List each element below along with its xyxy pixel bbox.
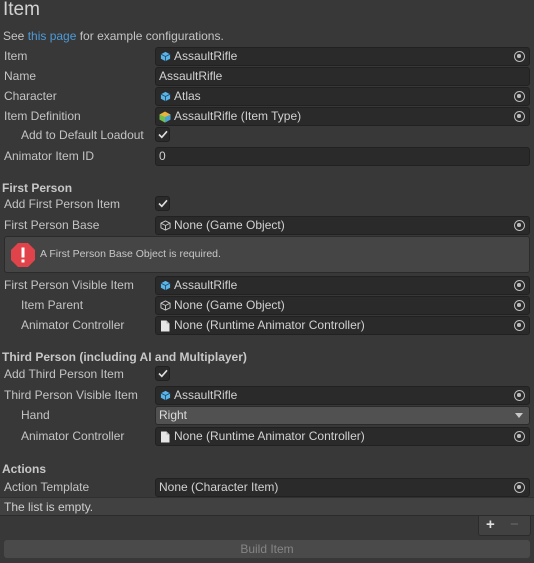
first-person-base-field[interactable]: None (Game Object) (155, 216, 530, 235)
item-definition-field[interactable]: AssaultRifle (Item Type) (155, 107, 530, 126)
add-first-person-item-label: Add First Person Item (4, 197, 121, 211)
name-input[interactable]: AssaultRifle (155, 67, 530, 86)
prefab-cube-icon (159, 51, 171, 63)
page-title: Item (3, 0, 40, 20)
add-third-person-item-label: Add Third Person Item (4, 367, 124, 381)
add-default-loadout-label: Add to Default Loadout (21, 128, 144, 142)
tp-animator-controller-field[interactable]: None (Runtime Animator Controller) (155, 427, 530, 446)
action-template-field[interactable]: None (Character Item) (155, 478, 530, 497)
item-parent-value: None (Game Object) (174, 298, 285, 312)
build-item-button[interactable]: Build Item (4, 540, 530, 558)
name-label: Name (4, 69, 37, 83)
first-person-visible-item-label: First Person Visible Item (4, 278, 134, 292)
hand-dropdown[interactable]: Right (155, 406, 530, 425)
help-text: See this page for example configurations… (3, 29, 224, 43)
file-icon (159, 320, 171, 332)
object-picker-icon[interactable] (514, 320, 525, 331)
error-icon (11, 243, 35, 267)
object-picker-icon[interactable] (514, 300, 525, 311)
file-icon (159, 431, 171, 443)
add-default-loadout-checkbox[interactable] (155, 127, 170, 142)
third-person-visible-item-value: AssaultRifle (174, 388, 238, 402)
prefab-cube-icon (159, 91, 171, 103)
fp-animator-controller-value: None (Runtime Animator Controller) (174, 318, 365, 332)
object-picker-icon[interactable] (514, 220, 525, 231)
add-first-person-item-checkbox[interactable] (155, 196, 170, 211)
item-parent-label: Item Parent (21, 298, 84, 312)
prefab-cube-icon (159, 280, 171, 292)
item-label: Item (4, 49, 28, 63)
checkmark-icon (157, 369, 168, 378)
hand-value: Right (159, 408, 188, 422)
error-helpbox: A First Person Base Object is required. (4, 236, 530, 273)
example-configurations-link[interactable]: this page (28, 29, 77, 43)
item-field[interactable]: AssaultRifle (155, 47, 530, 66)
first-person-base-label: First Person Base (4, 218, 100, 232)
object-picker-icon[interactable] (514, 91, 525, 102)
actions-list: The list is empty. (0, 497, 534, 516)
fp-animator-controller-label: Animator Controller (21, 318, 125, 332)
character-field[interactable]: Atlas (155, 87, 530, 106)
remove-action-button[interactable]: − (510, 516, 519, 533)
chevron-down-icon (515, 413, 523, 418)
first-person-base-value: None (Game Object) (174, 218, 285, 232)
game-object-icon (159, 300, 171, 312)
item-value: AssaultRifle (174, 49, 238, 63)
object-picker-icon[interactable] (514, 111, 525, 122)
fp-animator-controller-field[interactable]: None (Runtime Animator Controller) (155, 316, 530, 335)
object-picker-icon[interactable] (514, 280, 525, 291)
first-person-visible-item-field[interactable]: AssaultRifle (155, 276, 530, 295)
object-picker-icon[interactable] (514, 390, 525, 401)
action-template-label: Action Template (4, 480, 90, 494)
hand-label: Hand (21, 408, 50, 422)
checkmark-icon (157, 130, 168, 139)
action-template-value: None (Character Item) (159, 480, 279, 494)
character-label: Character (4, 89, 57, 103)
checkmark-icon (157, 199, 168, 208)
tp-animator-controller-value: None (Runtime Animator Controller) (174, 429, 365, 443)
third-person-visible-item-field[interactable]: AssaultRifle (155, 386, 530, 405)
character-value: Atlas (174, 89, 201, 103)
tp-animator-controller-label: Animator Controller (21, 429, 125, 443)
first-person-visible-item-value: AssaultRifle (174, 278, 238, 292)
object-picker-icon[interactable] (514, 482, 525, 493)
actions-heading: Actions (2, 462, 47, 476)
list-footer: + − (478, 516, 531, 536)
item-type-icon (159, 111, 171, 123)
game-object-icon (159, 220, 171, 232)
animator-item-id-input[interactable]: 0 (155, 147, 530, 166)
name-value: AssaultRifle (159, 69, 223, 83)
item-parent-field[interactable]: None (Game Object) (155, 296, 530, 315)
add-action-button[interactable]: + (486, 516, 495, 533)
list-empty-text: The list is empty. (4, 500, 94, 514)
item-definition-value: AssaultRifle (Item Type) (174, 109, 302, 123)
third-person-heading: Third Person (including AI and Multiplay… (2, 350, 247, 364)
item-definition-label: Item Definition (4, 109, 81, 123)
error-message: A First Person Base Object is required. (40, 248, 221, 260)
animator-item-id-label: Animator Item ID (4, 149, 95, 163)
add-third-person-item-checkbox[interactable] (155, 366, 170, 381)
third-person-visible-item-label: Third Person Visible Item (4, 388, 138, 402)
prefab-cube-icon (159, 390, 171, 402)
animator-item-id-value: 0 (159, 149, 166, 163)
object-picker-icon[interactable] (514, 51, 525, 62)
object-picker-icon[interactable] (514, 431, 525, 442)
